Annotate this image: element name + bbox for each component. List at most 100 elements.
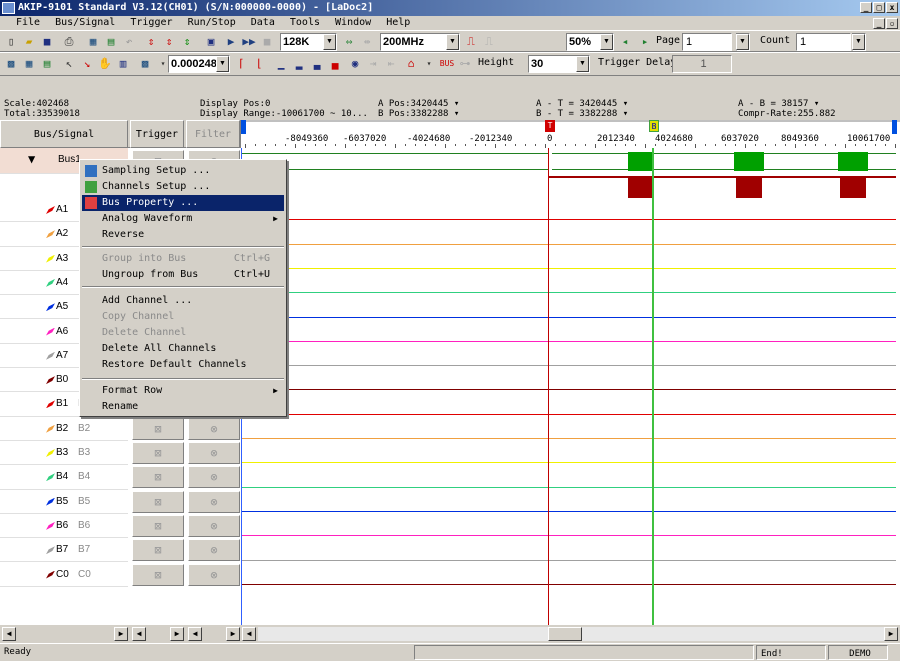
signal-row-name[interactable]: C0 C0 bbox=[0, 562, 128, 587]
new-file-icon[interactable]: ▯ bbox=[2, 33, 20, 51]
maximize-button[interactable]: □ bbox=[873, 2, 885, 13]
height-select[interactable]: 30 ▼ bbox=[528, 55, 590, 73]
trigger-cell[interactable]: ⊠ bbox=[132, 442, 184, 464]
wave-scroll-left[interactable]: ◀ bbox=[242, 627, 256, 641]
menu-item-rename[interactable]: Rename bbox=[82, 399, 284, 415]
close-button[interactable]: x bbox=[886, 2, 898, 13]
menu-item-delete-all-channels[interactable]: Delete All Channels bbox=[82, 341, 284, 357]
signal-row-name[interactable]: B4 B4 bbox=[0, 465, 128, 490]
filter-scroll-right[interactable]: ▶ bbox=[226, 627, 240, 641]
bar-b-icon[interactable]: ▂ bbox=[290, 55, 308, 73]
wave-scroll-right[interactable]: ▶ bbox=[884, 627, 898, 641]
trigger-delay-input[interactable]: 1 bbox=[672, 55, 732, 73]
color-pen-icon[interactable] bbox=[46, 424, 55, 433]
right-bound-marker[interactable] bbox=[892, 120, 897, 134]
page-input[interactable]: 1 bbox=[682, 33, 732, 51]
cursor-a-icon[interactable]: ⇕ bbox=[142, 33, 160, 51]
b-minus-t-text[interactable]: B - T = 3382288 ▾ bbox=[536, 109, 628, 119]
select-icon[interactable]: ↘ bbox=[78, 55, 96, 73]
menu-item-analog-waveform[interactable]: Analog Waveform ▶ bbox=[82, 211, 284, 227]
col-trigger[interactable]: Trigger bbox=[130, 120, 184, 148]
cursor-b-icon[interactable]: ⇕ bbox=[160, 33, 178, 51]
signal-row-name[interactable]: B2 B2 bbox=[0, 416, 128, 441]
save-icon[interactable]: ■ bbox=[38, 33, 56, 51]
filter-cell[interactable]: ⊗ bbox=[188, 514, 240, 537]
trigger-cursor-line[interactable] bbox=[548, 148, 549, 625]
menu-item-add-channel[interactable]: Add Channel ... bbox=[82, 293, 284, 309]
sample-rate-select[interactable]: 200MHz ▼ bbox=[380, 33, 460, 51]
trigger-cell[interactable]: ⊠ bbox=[132, 563, 184, 586]
color-pen-icon[interactable] bbox=[46, 497, 55, 506]
bus-icon[interactable]: BUS bbox=[438, 55, 456, 73]
count-input[interactable]: 1 bbox=[796, 33, 851, 51]
filter-cell[interactable]: ⊗ bbox=[188, 466, 240, 489]
undo-icon[interactable]: ↶ bbox=[120, 33, 138, 51]
chart-icon[interactable]: ▦ bbox=[84, 33, 102, 51]
bar-delta-icon[interactable]: ▄ bbox=[326, 55, 344, 73]
menu-item-restore-default-channels[interactable]: Restore Default Channels bbox=[82, 357, 284, 373]
trigger-marker[interactable]: T bbox=[545, 120, 555, 132]
scroll-left-button[interactable]: ◀ bbox=[2, 627, 16, 641]
doc-restore-button[interactable]: ▫ bbox=[886, 18, 898, 29]
print-icon[interactable]: ⎙ bbox=[60, 33, 78, 51]
chevron-down-icon[interactable]: ▼ bbox=[446, 34, 459, 50]
wave-scroll-thumb[interactable] bbox=[548, 627, 582, 641]
collapse-triangle-icon[interactable]: ▼ bbox=[28, 152, 35, 166]
menu-tools[interactable]: Tools bbox=[290, 17, 320, 28]
home-icon[interactable]: ⌂ bbox=[402, 55, 420, 73]
menu-bus-signal[interactable]: Bus/Signal bbox=[55, 17, 115, 28]
trigger-scroll-right[interactable]: ▶ bbox=[170, 627, 184, 641]
menu-window[interactable]: Window bbox=[335, 17, 371, 28]
signal-row-name[interactable]: B3 B3 bbox=[0, 441, 128, 466]
clock-icon[interactable]: ⎍ bbox=[462, 33, 480, 51]
trigger-scroll-left[interactable]: ◀ bbox=[132, 627, 146, 641]
trigger-cell[interactable]: ⊠ bbox=[132, 417, 184, 440]
grid-icon[interactable]: ▩ bbox=[2, 55, 20, 73]
menu-trigger[interactable]: Trigger bbox=[130, 17, 172, 28]
list-icon[interactable]: ▤ bbox=[38, 55, 56, 73]
page-dropdown[interactable]: ▼ bbox=[736, 33, 750, 51]
table-icon[interactable]: ▦ bbox=[20, 55, 38, 73]
zoom-out-icon[interactable]: ⇹ bbox=[358, 33, 376, 51]
minimize-button[interactable]: _ bbox=[860, 2, 872, 13]
bar-a-icon[interactable]: ▁ bbox=[272, 55, 290, 73]
scroll-right-button[interactable]: ▶ bbox=[114, 627, 128, 641]
color-pen-icon[interactable] bbox=[46, 351, 55, 360]
a-minus-t-text[interactable]: A - T = 3420445 ▾ bbox=[536, 99, 628, 109]
trigger-cell[interactable]: ⊠ bbox=[132, 539, 184, 562]
chevron-down-icon[interactable]: ▼ bbox=[600, 34, 613, 50]
page-prev-icon[interactable]: ◂ bbox=[616, 33, 634, 51]
menu-item-format-row[interactable]: Format Row ▶ bbox=[82, 383, 284, 399]
capture-icon[interactable]: ▣ bbox=[202, 33, 220, 51]
cursor-t-icon[interactable]: ⇕ bbox=[178, 33, 196, 51]
edge-up-icon[interactable]: ⌈ bbox=[232, 55, 250, 73]
signal-row-name[interactable]: B6 B6 bbox=[0, 513, 128, 539]
filter-scroll-left[interactable]: ◀ bbox=[188, 627, 202, 641]
menu-item-sampling-setup[interactable]: Sampling Setup ... bbox=[82, 163, 284, 179]
memory-depth-select[interactable]: 128K ▼ bbox=[280, 33, 337, 51]
menu-item-channels-setup[interactable]: Channels Setup ... bbox=[82, 179, 284, 195]
chevron-down-icon[interactable]: ▼ bbox=[323, 34, 336, 50]
col-filter[interactable]: Filter bbox=[186, 120, 240, 148]
zoom-in-icon[interactable]: ⇔ bbox=[340, 33, 358, 51]
count-dropdown[interactable]: ▼ bbox=[852, 33, 866, 51]
page-next-icon[interactable]: ▸ bbox=[636, 33, 654, 51]
trigger-cell[interactable]: ⊠ bbox=[132, 490, 184, 513]
col-bus-signal[interactable]: Bus/Signal bbox=[0, 120, 128, 148]
chevron-down-icon[interactable]: ▼ bbox=[576, 56, 589, 72]
menu-item-ungroup-from-bus[interactable]: Ungroup from Bus Ctrl+U bbox=[82, 267, 284, 283]
a-pos-text[interactable]: A Pos:3420445 ▾ bbox=[378, 99, 459, 109]
menu-item-group-into-bus[interactable]: Group into Bus Ctrl+G bbox=[82, 251, 284, 267]
color-pen-icon[interactable] bbox=[46, 230, 55, 239]
menu-item-delete-channel[interactable]: Delete Channel bbox=[82, 325, 284, 341]
color-pen-icon[interactable] bbox=[46, 278, 55, 287]
pointer-icon[interactable]: ↖ bbox=[60, 55, 78, 73]
time-ruler[interactable]: -8049360 -6037020 -4024680 -2012340 2012340 4… bbox=[240, 120, 900, 148]
color-pen-icon[interactable] bbox=[46, 473, 55, 482]
b-pos-text[interactable]: B Pos:3382288 ▾ bbox=[378, 109, 459, 119]
chevron-down-icon[interactable]: ▼ bbox=[736, 34, 749, 50]
chevron-down-icon[interactable]: ▼ bbox=[852, 34, 865, 50]
edge-down-icon[interactable]: ⌊ bbox=[250, 55, 268, 73]
menu-item-reverse[interactable]: Reverse bbox=[82, 227, 284, 243]
a-minus-b-text[interactable]: A - B = 38157 ▾ bbox=[738, 99, 819, 109]
